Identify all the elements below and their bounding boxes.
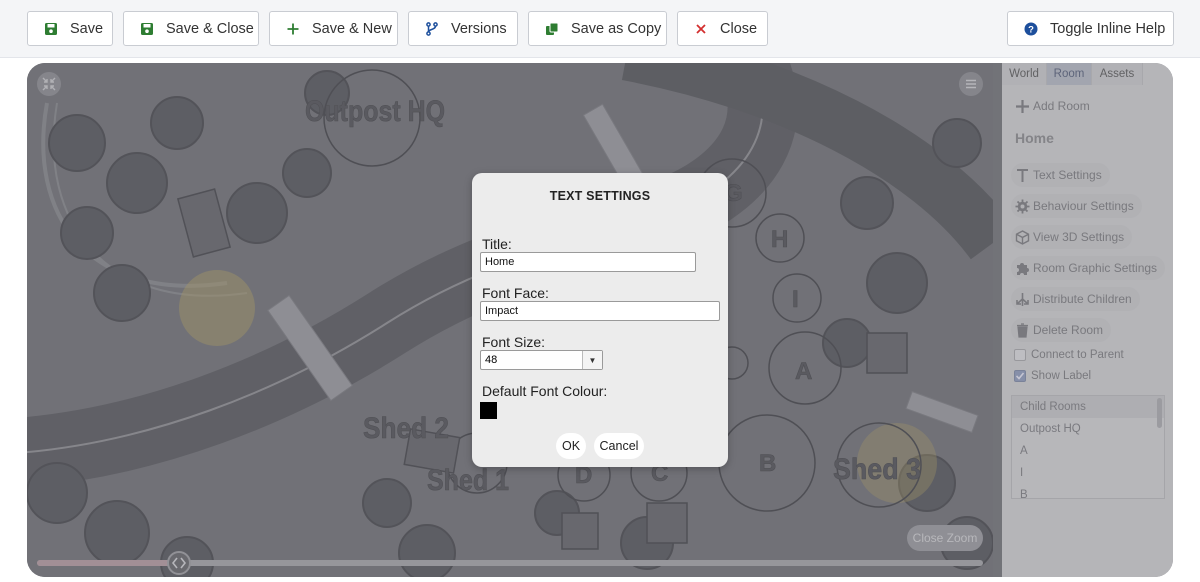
versions-button[interactable]: Versions <box>408 11 518 46</box>
toggle-inline-help-label: Toggle Inline Help <box>1050 20 1166 37</box>
branch-icon <box>425 21 439 36</box>
floppy-disk-icon <box>140 22 154 36</box>
floppy-disk-icon <box>44 22 58 36</box>
save-close-button[interactable]: Save & Close <box>123 11 259 46</box>
save-close-label: Save & Close <box>166 20 254 37</box>
font-colour-swatch[interactable] <box>480 402 497 419</box>
save-new-button[interactable]: Save & New <box>269 11 398 46</box>
close-button[interactable]: Close <box>677 11 768 46</box>
close-label: Close <box>720 20 758 37</box>
title-field-label: Title: <box>482 236 512 252</box>
plus-icon <box>286 22 300 36</box>
save-as-copy-button[interactable]: Save as Copy <box>528 11 667 46</box>
toggle-inline-help-button[interactable]: ? Toggle Inline Help <box>1007 11 1174 46</box>
toolbar: Save Save & Close Save & New Versions Sa… <box>0 0 1200 58</box>
font-size-label: Font Size: <box>482 334 546 350</box>
font-face-input[interactable]: Impact <box>480 301 720 321</box>
save-as-copy-label: Save as Copy <box>571 20 662 37</box>
help-icon: ? <box>1024 22 1038 36</box>
dialog-title: TEXT SETTINGS <box>549 189 651 203</box>
save-button[interactable]: Save <box>27 11 113 46</box>
title-input[interactable]: Home <box>480 252 696 272</box>
versions-label: Versions <box>451 20 507 37</box>
font-size-value: 48 <box>485 354 498 366</box>
text-settings-dialog: TEXT SETTINGS Title: Home Font Face: Imp… <box>472 173 728 467</box>
svg-text:?: ? <box>1028 24 1034 35</box>
ok-button[interactable]: OK <box>556 433 586 459</box>
copy-icon <box>545 22 559 36</box>
font-colour-label: Default Font Colour: <box>482 383 608 399</box>
save-label: Save <box>70 20 104 37</box>
chevron-down-icon[interactable]: ▼ <box>582 351 602 369</box>
cancel-button[interactable]: Cancel <box>594 433 644 459</box>
font-size-select[interactable]: 48 ▼ <box>480 350 603 370</box>
save-new-label: Save & New <box>312 20 392 37</box>
font-face-label: Font Face: <box>482 285 549 301</box>
close-icon <box>694 22 708 36</box>
